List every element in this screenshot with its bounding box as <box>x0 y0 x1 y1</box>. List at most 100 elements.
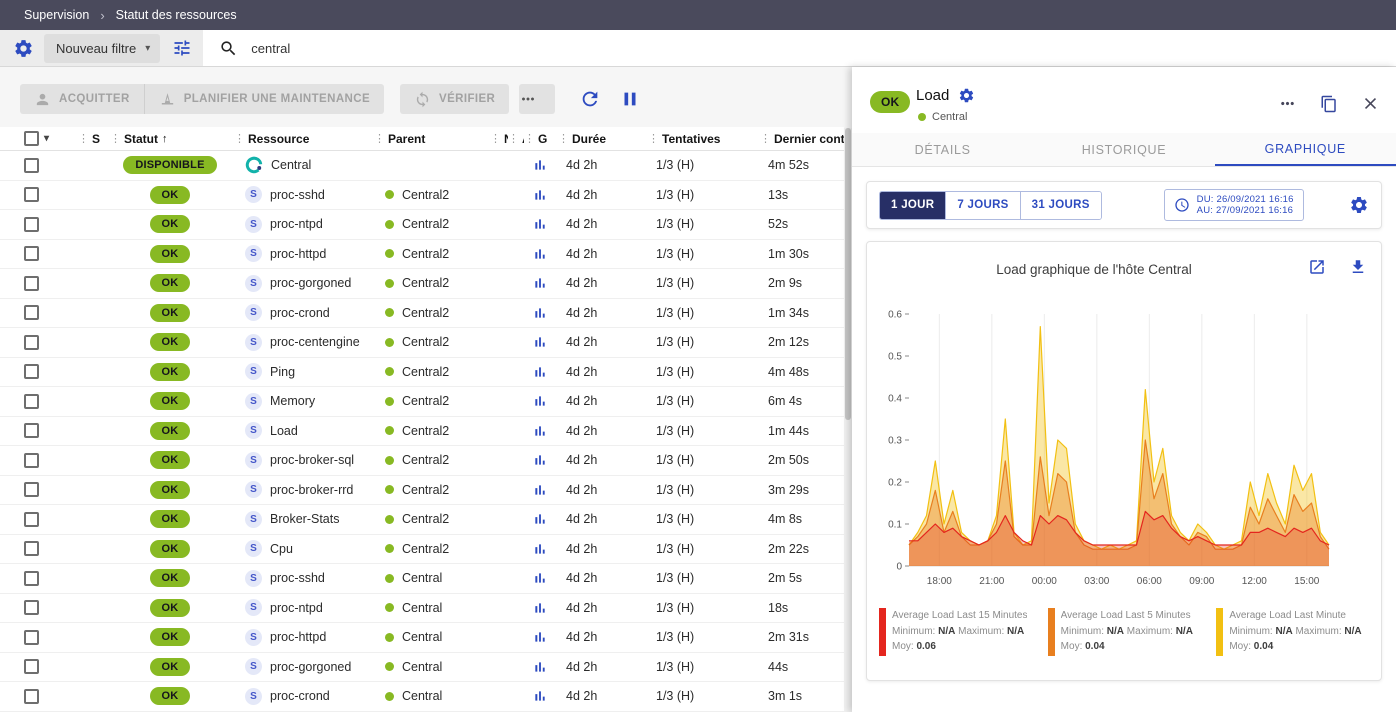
bar-chart-icon[interactable] <box>532 659 548 675</box>
resource-name[interactable]: proc-crond <box>270 306 330 320</box>
bar-chart-icon[interactable] <box>532 511 548 527</box>
row-checkbox[interactable] <box>24 482 39 497</box>
period-1-day-button[interactable]: 1 JOUR <box>880 192 945 219</box>
date-range-picker[interactable]: DU: 26/09/2021 16:16 AU: 27/09/2021 16:1… <box>1164 189 1304 221</box>
parent-name[interactable]: Central2 <box>402 365 449 379</box>
parent-name[interactable]: Central2 <box>402 512 449 526</box>
row-checkbox[interactable] <box>24 335 39 350</box>
period-7-days-button[interactable]: 7 JOURS <box>945 192 1019 219</box>
resource-name[interactable]: Ping <box>270 365 295 379</box>
filters-gear-icon[interactable] <box>13 38 34 59</box>
bar-chart-icon[interactable] <box>532 482 548 498</box>
panel-more-icon[interactable] <box>1278 94 1297 113</box>
row-checkbox[interactable] <box>24 541 39 556</box>
row-checkbox[interactable] <box>24 276 39 291</box>
pause-autorefresh-icon[interactable] <box>619 88 641 110</box>
vertical-scrollbar[interactable] <box>844 128 852 712</box>
resource-name[interactable]: proc-centengine <box>270 335 360 349</box>
bar-chart-icon[interactable] <box>532 157 548 173</box>
row-checkbox[interactable] <box>24 423 39 438</box>
row-checkbox[interactable] <box>24 630 39 645</box>
period-31-days-button[interactable]: 31 JOURS <box>1020 192 1101 219</box>
resource-name[interactable]: Central <box>271 158 311 172</box>
table-row[interactable]: OK S proc-gorgoned Central2 4d 2h 1/3 (H… <box>0 269 844 299</box>
row-checkbox[interactable] <box>24 158 39 173</box>
parent-name[interactable]: Central <box>402 660 442 674</box>
parent-name[interactable]: Central2 <box>402 188 449 202</box>
column-drag-icon[interactable]: ⋮ <box>508 132 519 145</box>
parent-name[interactable]: Central <box>402 601 442 615</box>
search-input[interactable] <box>251 41 651 56</box>
more-actions-button[interactable] <box>519 84 555 114</box>
parent-name[interactable]: Central <box>402 689 442 703</box>
row-checkbox[interactable] <box>24 571 39 586</box>
column-drag-icon[interactable]: ⋮ <box>558 132 569 145</box>
plan-maintenance-button[interactable]: PLANIFIER UNE MAINTENANCE <box>144 84 384 114</box>
breadcrumb-item-supervision[interactable]: Supervision <box>24 8 89 22</box>
tab-graph[interactable]: GRAPHIQUE <box>1215 133 1396 166</box>
parent-name[interactable]: Central <box>402 571 442 585</box>
select-all-checkbox[interactable] <box>24 131 39 146</box>
parent-name[interactable]: Central2 <box>402 394 449 408</box>
parent-name[interactable]: Central2 <box>402 453 449 467</box>
row-checkbox[interactable] <box>24 364 39 379</box>
column-drag-icon[interactable]: ⋮ <box>760 132 771 145</box>
column-drag-icon[interactable]: ⋮ <box>490 132 501 145</box>
resource-name[interactable]: proc-broker-rrd <box>270 483 353 497</box>
filter-tune-icon[interactable] <box>172 38 192 58</box>
resource-name[interactable]: proc-httpd <box>270 247 326 261</box>
resource-name[interactable]: proc-gorgoned <box>270 660 351 674</box>
parent-name[interactable]: Central2 <box>402 247 449 261</box>
column-header-tries[interactable]: ⋮Tentatives <box>646 132 758 146</box>
parent-name[interactable]: Central <box>402 630 442 644</box>
table-row[interactable]: OK S proc-httpd Central2 4d 2h 1/3 (H) 1… <box>0 240 844 270</box>
table-row[interactable]: OK S proc-ntpd Central 4d 2h 1/3 (H) 18s <box>0 594 844 624</box>
column-drag-icon[interactable]: ⋮ <box>374 132 385 145</box>
bar-chart-icon[interactable] <box>532 423 548 439</box>
parent-name[interactable]: Central2 <box>402 483 449 497</box>
table-row[interactable]: OK S proc-ntpd Central2 4d 2h 1/3 (H) 52… <box>0 210 844 240</box>
scrollbar-thumb[interactable] <box>845 128 851 420</box>
chart-legend-item[interactable]: Average Load Last 5 Minutes Minimum: N/A… <box>1048 608 1209 656</box>
bar-chart-icon[interactable] <box>532 452 548 468</box>
column-drag-icon[interactable]: ⋮ <box>648 132 659 145</box>
column-header-notes[interactable]: ⋮N <box>490 132 508 146</box>
table-row[interactable]: OK S proc-broker-sql Central2 4d 2h 1/3 … <box>0 446 844 476</box>
column-header-status[interactable]: ⋮Statut↑ <box>108 132 232 146</box>
bar-chart-icon[interactable] <box>532 216 548 232</box>
column-header-action[interactable]: ⋮A <box>508 132 524 146</box>
load-chart[interactable]: 18:0021:0000:0003:0006:0009:0012:0015:00… <box>873 298 1375 598</box>
table-row[interactable]: OK S proc-centengine Central2 4d 2h 1/3 … <box>0 328 844 358</box>
export-open-in-new-icon[interactable] <box>1308 258 1326 276</box>
sort-asc-icon[interactable]: ↑ <box>162 133 168 145</box>
resource-name[interactable]: proc-ntpd <box>270 217 323 231</box>
column-drag-icon[interactable]: ⋮ <box>110 132 121 145</box>
column-drag-icon[interactable]: ⋮ <box>78 132 89 145</box>
chart-legend-item[interactable]: Average Load Last Minute Minimum: N/A Ma… <box>1216 608 1377 656</box>
column-header-last-check[interactable]: ⋮Dernier contrôle <box>758 132 844 146</box>
row-checkbox[interactable] <box>24 600 39 615</box>
resource-name[interactable]: proc-gorgoned <box>270 276 351 290</box>
row-checkbox[interactable] <box>24 187 39 202</box>
resource-settings-gear-icon[interactable] <box>958 87 975 104</box>
acknowledge-button[interactable]: ACQUITTER <box>20 84 144 114</box>
column-header-duration[interactable]: ⋮Durée <box>556 132 646 146</box>
column-header-graph[interactable]: ⋮G <box>524 132 556 146</box>
tab-history[interactable]: HISTORIQUE <box>1033 133 1214 166</box>
resource-name[interactable]: proc-broker-sql <box>270 453 354 467</box>
bar-chart-icon[interactable] <box>532 688 548 704</box>
table-row[interactable]: OK S Broker-Stats Central2 4d 2h 1/3 (H)… <box>0 505 844 535</box>
table-row[interactable]: OK S Ping Central2 4d 2h 1/3 (H) 4m 48s <box>0 358 844 388</box>
panel-copy-icon[interactable] <box>1320 95 1338 113</box>
table-row[interactable]: OK S proc-broker-rrd Central2 4d 2h 1/3 … <box>0 476 844 506</box>
bar-chart-icon[interactable] <box>532 600 548 616</box>
resource-name[interactable]: Load <box>270 424 298 438</box>
resource-name[interactable]: proc-httpd <box>270 630 326 644</box>
table-row[interactable]: DISPONIBLE S Central 4d 2h 1/3 (H) 4m 52… <box>0 151 844 181</box>
download-icon[interactable] <box>1349 258 1367 276</box>
resource-name[interactable]: proc-sshd <box>270 571 325 585</box>
row-checkbox[interactable] <box>24 689 39 704</box>
parent-name[interactable]: Central2 <box>402 276 449 290</box>
parent-name[interactable]: Central2 <box>402 542 449 556</box>
panel-close-icon[interactable] <box>1361 94 1380 113</box>
